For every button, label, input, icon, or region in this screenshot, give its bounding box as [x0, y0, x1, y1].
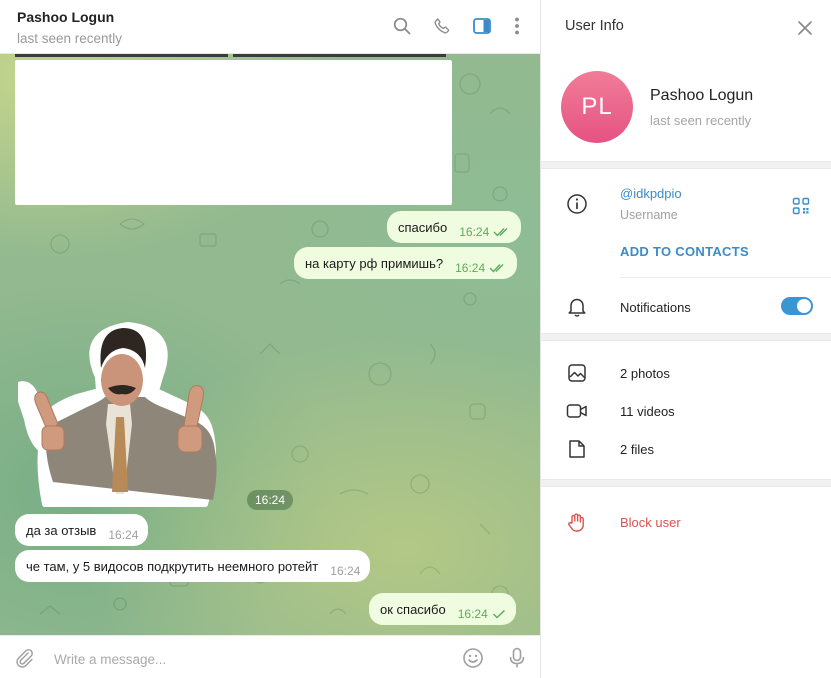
media-strip-right — [233, 54, 446, 57]
message-input[interactable] — [52, 648, 442, 670]
message-time: 16:24 — [330, 564, 361, 578]
attach-icon[interactable] — [12, 646, 36, 670]
chat-status: last seen recently — [17, 31, 123, 46]
bell-icon — [565, 295, 589, 319]
message-composer — [0, 635, 540, 678]
message-meta: 16:24 — [108, 528, 138, 542]
single-check-icon — [492, 609, 505, 619]
avatar[interactable]: PL — [561, 71, 633, 143]
search-icon[interactable] — [390, 14, 414, 38]
message-bubble-outgoing[interactable]: спасибо 16:24 — [387, 211, 522, 243]
block-user-button[interactable]: Block user — [620, 515, 681, 530]
message-text: ок спасибо — [380, 601, 446, 617]
emoji-icon[interactable] — [461, 646, 485, 670]
chat-history[interactable]: спасибо 16:24 на карту рф примишь? 16:24 — [0, 54, 540, 635]
app-window: Pashoo Logun last seen recently спасибо … — [0, 0, 831, 678]
sticker-time: 16:24 — [247, 490, 294, 510]
info-icon — [565, 192, 589, 216]
section-divider — [541, 333, 831, 341]
section-divider — [541, 479, 831, 487]
double-check-icon — [489, 264, 504, 273]
section-divider — [541, 161, 831, 169]
shared-videos[interactable]: 11 videos — [620, 404, 675, 419]
user-name: Pashoo Logun — [650, 87, 754, 104]
message-time: 16:24 — [455, 261, 486, 275]
more-icon[interactable] — [505, 14, 529, 38]
block-hand-icon — [565, 510, 589, 534]
username-link[interactable]: @idkpdpio — [620, 186, 682, 201]
row-divider — [620, 277, 831, 278]
chat-title[interactable]: Pashoo Logun — [17, 9, 114, 25]
microphone-icon[interactable] — [505, 646, 529, 670]
message-meta: 16:24 — [455, 261, 507, 275]
panel-title: User Info — [565, 18, 624, 34]
media-message[interactable] — [15, 60, 452, 205]
message-bubble-outgoing[interactable]: на карту рф примишь? 16:24 — [294, 247, 518, 279]
file-icon — [565, 437, 589, 461]
phone-icon[interactable] — [430, 14, 454, 38]
message-meta: 16:24 — [330, 564, 360, 578]
message-text: на карту рф примишь? — [305, 255, 444, 271]
sticker-image[interactable] — [18, 322, 238, 510]
shared-files[interactable]: 2 files — [620, 442, 654, 457]
video-icon — [565, 399, 589, 423]
photo-icon — [565, 361, 589, 385]
sidebar-toggle-icon[interactable] — [470, 14, 494, 38]
message-meta: 16:24 — [459, 225, 511, 239]
message-time: 16:24 — [108, 528, 139, 542]
chat-panel: Pashoo Logun last seen recently спасибо … — [0, 0, 541, 678]
message-text: че там, у 5 видосов подкрутить неемного … — [26, 558, 319, 574]
notifications-label: Notifications — [620, 300, 691, 315]
message-bubble-outgoing[interactable]: ок спасибо 16:24 — [369, 593, 516, 625]
username-label: Username — [620, 208, 678, 222]
message-meta: 16:24 — [458, 607, 506, 621]
message-time: 16:24 — [459, 225, 490, 239]
media-strip-left — [15, 54, 228, 57]
add-to-contacts-button[interactable]: ADD TO CONTACTS — [620, 244, 749, 259]
notifications-toggle[interactable] — [781, 297, 813, 315]
user-status: last seen recently — [650, 113, 752, 128]
chat-header: Pashoo Logun last seen recently — [0, 0, 540, 54]
qr-code-icon[interactable] — [791, 196, 811, 216]
message-time: 16:24 — [457, 607, 488, 621]
message-text: спасибо — [398, 219, 448, 235]
message-text: да за отзыв — [26, 522, 97, 538]
close-icon[interactable] — [794, 17, 816, 39]
shared-photos[interactable]: 2 photos — [620, 366, 670, 381]
toggle-knob — [797, 299, 811, 313]
message-bubble-incoming[interactable]: да за отзыв 16:24 — [15, 514, 149, 546]
double-check-icon — [493, 228, 508, 237]
message-bubble-incoming[interactable]: че там, у 5 видосов подкрутить неемного … — [15, 550, 371, 582]
user-info-panel: User Info PL Pashoo Logun last seen rece… — [541, 0, 831, 678]
